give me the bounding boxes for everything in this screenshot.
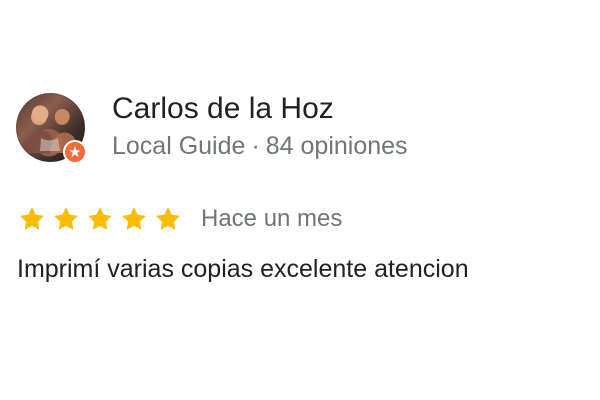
star-icon: [20, 207, 44, 230]
local-guide-star-icon: ★: [63, 140, 87, 164]
star-icon: [156, 207, 180, 230]
rating-row: Hace un mes: [17, 203, 342, 235]
review-header: ★ Carlos de la Hoz Local Guide · 84 opinio…: [16, 91, 408, 164]
star-icon: [88, 207, 112, 230]
star-icon: [122, 207, 146, 230]
star-rating: [17, 204, 187, 234]
review-text: Imprimí varias copias excelente atencion: [17, 255, 469, 283]
author-meta: Local Guide · 84 opiniones: [112, 131, 408, 161]
local-guide-label: Local Guide: [112, 131, 246, 160]
review-card: ★ Carlos de la Hoz Local Guide · 84 opinio…: [0, 0, 600, 400]
reviews-count: 84 opiniones: [265, 131, 408, 160]
star-icon: [54, 207, 78, 230]
author-name[interactable]: Carlos de la Hoz: [112, 91, 408, 127]
review-date: Hace un mes: [201, 205, 343, 232]
meta-separator: ·: [251, 131, 260, 160]
author-info: Carlos de la Hoz Local Guide · 84 opinione…: [112, 91, 408, 161]
author-avatar-container[interactable]: ★: [16, 93, 87, 164]
